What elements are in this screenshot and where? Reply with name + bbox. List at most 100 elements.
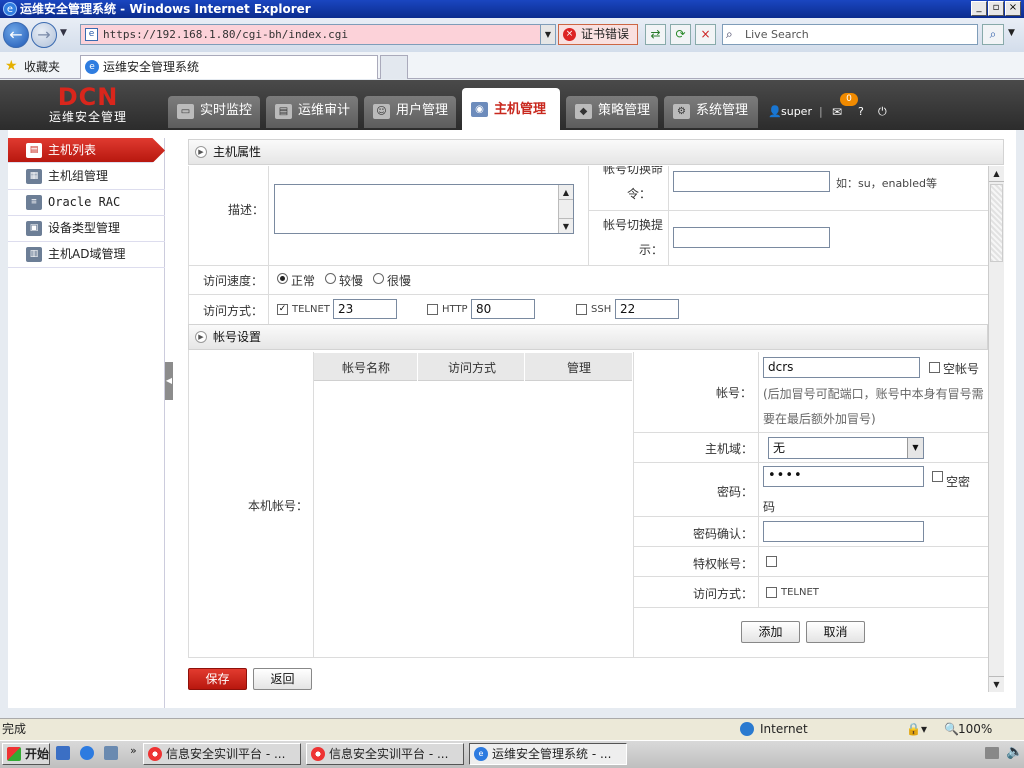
- sidebar-collapse-handle[interactable]: ◀: [165, 362, 173, 400]
- account-label: 帐号：: [716, 386, 753, 400]
- show-desktop-icon[interactable]: [56, 746, 70, 760]
- ad-domain-icon: ▥: [26, 247, 42, 262]
- sidebar-item-ad-domain[interactable]: ▥ 主机AD域管理: [8, 242, 165, 268]
- compat-view-icon[interactable]: ⇄: [645, 24, 666, 45]
- switch-cmd-input[interactable]: [673, 171, 830, 192]
- privileged-label: 特权帐号：: [693, 557, 754, 571]
- speed-very-slow-radio[interactable]: [373, 273, 384, 284]
- ie-task-icon: e: [474, 747, 488, 761]
- desc-textarea[interactable]: ▲ ▼: [274, 184, 574, 234]
- maximize-button[interactable]: ▫: [988, 1, 1004, 16]
- scroll-up-icon[interactable]: ▲: [989, 166, 1004, 182]
- empty-account-checkbox[interactable]: [929, 362, 940, 373]
- privileged-checkbox[interactable]: [766, 556, 777, 567]
- domain-select[interactable]: 无 ▼: [768, 437, 924, 459]
- mail-icon[interactable]: ✉: [832, 104, 842, 120]
- zoom-icon[interactable]: 🔍: [944, 719, 959, 739]
- device-type-icon: ▣: [26, 221, 42, 236]
- account-settings-header[interactable]: ▶ 帐号设置: [188, 324, 988, 350]
- help-icon[interactable]: ?: [858, 104, 864, 120]
- quick-launch-more-icon[interactable]: »: [130, 744, 137, 757]
- menu-tab-policy[interactable]: ◆ 策略管理: [566, 96, 658, 128]
- telnet-port-input[interactable]: 23: [333, 299, 397, 319]
- ssh-checkbox[interactable]: [576, 304, 587, 315]
- favorites-label[interactable]: 收藏夹: [24, 58, 60, 75]
- dcn-logo: DCN 运维安全管理: [48, 83, 127, 124]
- quick-ie-icon[interactable]: [80, 746, 94, 760]
- back-button[interactable]: ←: [3, 22, 29, 48]
- switch-prompt-input[interactable]: [673, 227, 830, 248]
- grid-line: [188, 265, 988, 266]
- logout-icon[interactable]: ⏻: [878, 104, 887, 120]
- grid-line: [633, 462, 988, 463]
- cert-error-label: 证书错误: [581, 27, 630, 41]
- menu-tab-users[interactable]: ☺ 用户管理: [364, 96, 456, 128]
- http-checkbox[interactable]: [427, 304, 438, 315]
- password-confirm-input[interactable]: [763, 521, 924, 542]
- account-input[interactable]: dcrs: [763, 357, 920, 378]
- close-window-button[interactable]: ×: [1005, 1, 1021, 16]
- speed-normal-radio[interactable]: [277, 273, 288, 284]
- speed-slow-radio[interactable]: [325, 273, 336, 284]
- empty-password-label: 空密码: [763, 475, 971, 514]
- cert-error-button[interactable]: × 证书错误: [558, 24, 638, 45]
- menu-tab-hosts[interactable]: ◉ 主机管理: [462, 88, 560, 130]
- chevron-down-icon[interactable]: ▼: [907, 438, 923, 458]
- back-button-form[interactable]: 返回: [253, 668, 312, 690]
- add-button[interactable]: 添加: [741, 621, 800, 643]
- search-dropdown-icon[interactable]: ▼: [1008, 28, 1015, 38]
- sidebar-item-oracle-rac[interactable]: ≡ Oracle RAC: [8, 190, 165, 216]
- protected-mode-icon[interactable]: 🔒▾: [906, 719, 927, 739]
- task-item-1[interactable]: 信息安全实训平台 - ...: [143, 743, 301, 765]
- scroll-down-icon[interactable]: ▼: [989, 676, 1004, 692]
- search-go-icon[interactable]: ⌕: [982, 24, 1004, 45]
- username[interactable]: super: [781, 104, 812, 120]
- host-props-header[interactable]: ▶ 主机属性: [188, 139, 1004, 165]
- http-label: HTTP: [442, 304, 468, 315]
- browser-tab-active[interactable]: e 运维安全管理系统: [80, 55, 378, 79]
- start-button[interactable]: 开始: [2, 743, 50, 765]
- sidebar-item-device-type[interactable]: ▣ 设备类型管理: [8, 216, 165, 242]
- textarea-scrollbar[interactable]: ▲ ▼: [558, 185, 573, 233]
- access-label: 访问方式：: [203, 304, 264, 318]
- history-dropdown-icon[interactable]: ▼: [60, 28, 67, 38]
- zoom-level[interactable]: 100%: [958, 719, 992, 739]
- network-icon[interactable]: 🔈: [1006, 744, 1023, 760]
- task-item-2[interactable]: 信息安全实训平台 - ...: [306, 743, 464, 765]
- globe-icon: [740, 722, 754, 736]
- menu-tab-monitor[interactable]: ▭ 实时监控: [168, 96, 260, 128]
- col-access-method: 访问方式: [448, 361, 497, 375]
- task-item-3[interactable]: e 运维安全管理系统 - ...: [469, 743, 627, 765]
- grid-line: [633, 607, 988, 608]
- save-button[interactable]: 保存: [188, 668, 247, 690]
- sidebar-item-host-group[interactable]: ▦ 主机组管理: [8, 164, 165, 190]
- http-port-input[interactable]: 80: [471, 299, 535, 319]
- refresh-icon[interactable]: ⟳: [670, 24, 691, 45]
- ie-icon: e: [3, 2, 17, 16]
- menu-tab-system[interactable]: ⚙ 系统管理: [664, 96, 758, 128]
- forward-button[interactable]: →: [31, 22, 57, 48]
- account-access-label: 访问方式：: [693, 587, 754, 601]
- favorites-star-icon[interactable]: ★: [5, 58, 18, 74]
- account-telnet-checkbox[interactable]: [766, 587, 777, 598]
- gear-icon: ⚙: [673, 104, 690, 119]
- cancel-button[interactable]: 取消: [806, 621, 865, 643]
- col-manage: 管理: [567, 361, 592, 375]
- address-bar[interactable]: e https://192.168.1.80/cgi-bh/index.cgi …: [80, 24, 556, 45]
- minimize-button[interactable]: _: [971, 1, 987, 16]
- quick-launch-icon[interactable]: [104, 746, 118, 760]
- new-tab-button[interactable]: [380, 55, 408, 79]
- keyboard-icon[interactable]: [985, 747, 999, 759]
- address-dropdown-icon[interactable]: ▼: [540, 25, 555, 44]
- domain-selected-value: 无: [773, 441, 786, 455]
- content-scrollbar[interactable]: ▲ ▼: [988, 166, 1004, 692]
- menu-tab-audit[interactable]: ▤ 运维审计: [266, 96, 358, 128]
- expand-arrow-icon: ▶: [195, 331, 207, 343]
- sidebar-item-host-list[interactable]: ▤ 主机列表: [8, 138, 165, 163]
- search-input[interactable]: Live Search: [722, 24, 978, 45]
- scroll-thumb[interactable]: [990, 184, 1003, 262]
- password-label: 密码：: [717, 485, 754, 499]
- ssh-port-input[interactable]: 22: [615, 299, 679, 319]
- telnet-checkbox[interactable]: ✓: [277, 304, 288, 315]
- stop-icon[interactable]: ×: [695, 24, 716, 45]
